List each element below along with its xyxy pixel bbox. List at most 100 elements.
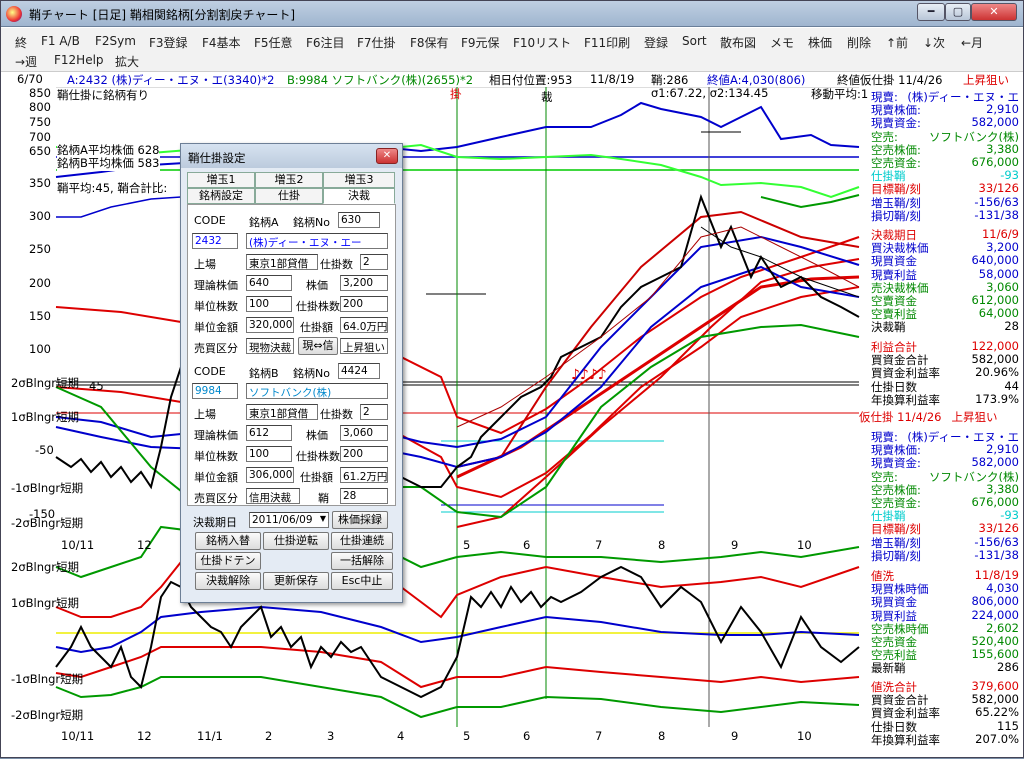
tab-add2[interactable]: 増玉2 (255, 172, 323, 188)
count-b-field[interactable]: 2 (360, 404, 388, 420)
settlement-panel: CODE 銘柄A 銘柄No 630 2432 (株)ディー・エヌ・エー 上場 東… (187, 204, 396, 506)
panel-row-section1: 空売: ソフトバンク(株) (871, 128, 1021, 145)
panel-value: 20.96% (975, 365, 1019, 380)
panel-row-section6: 年換算利益率 207.0% (871, 731, 1021, 747)
panel-row-section2: 現買資金 640,000 (871, 253, 1021, 268)
swap-stocks-button[interactable]: 銘柄入替 (195, 532, 261, 550)
name-b-field[interactable]: ソフトバンク(株) (246, 383, 388, 399)
menu-item-delete[interactable]: 削除 (847, 34, 871, 51)
total-a-field: 64.0万円 (340, 317, 388, 333)
info-bar: 6/70 A:2432 (株)ディー・エヌ・エ(3340)*2 B:9984 ソ… (1, 72, 1023, 87)
price-b-label: 株価 (306, 429, 328, 442)
panel-row-section4: 空売: ソフトバンク(株) (871, 468, 1021, 485)
price-b-field[interactable]: 3,060 (340, 425, 388, 441)
stock-a-label: 銘柄A (249, 216, 279, 229)
chart-area[interactable]: 鞘仕掛に銘柄有り 銘柄A平均株価 628 銘柄B平均株価 583 鞘平均:45,… (1, 86, 1023, 759)
menu-item-hold[interactable]: F8保有 (410, 34, 449, 51)
unit-b-field[interactable]: 100 (246, 446, 292, 462)
menu-item-zoom[interactable]: 拡大 (115, 53, 139, 70)
menu-item-custom[interactable]: F5任意 (254, 34, 293, 51)
menu-item-register[interactable]: F3登録 (149, 34, 188, 51)
menu-item-watch[interactable]: F6注目 (306, 34, 345, 51)
side-a-field[interactable]: 現物決裁 (246, 338, 294, 354)
menu-item-month[interactable]: ←月 (961, 34, 983, 51)
continue-entry-button[interactable]: 仕掛連続 (331, 532, 393, 550)
menu-item-orig-hold[interactable]: F9元保 (461, 34, 500, 51)
reverse-entry-button[interactable]: 仕掛逆転 (263, 532, 329, 550)
count-a-field[interactable]: 2 (360, 254, 388, 270)
panel-value: -156/63 (974, 534, 1019, 549)
settle-date-value: 2011/06/09 (252, 514, 313, 526)
tab-entry[interactable]: 仕掛 (255, 188, 323, 204)
panel-row-section1: 目標鞘/刻 33/126 (871, 181, 1021, 196)
code-a-field[interactable]: 2432 (192, 233, 238, 249)
minimize-button[interactable]: ━ (917, 3, 945, 21)
menu-item-scatter[interactable]: 散布図 (720, 34, 756, 51)
menu-item-help[interactable]: F12Help (54, 53, 104, 67)
price-a-field[interactable]: 3,200 (340, 275, 388, 291)
menu-item-week[interactable]: →週 (15, 53, 37, 70)
theory-b-field[interactable]: 612 (246, 425, 292, 441)
ytick: -50 (35, 443, 54, 457)
aim-field[interactable]: 上昇狙い (340, 338, 388, 354)
menu-item-sort[interactable]: Sort (682, 34, 707, 48)
adopt-price-button[interactable]: 株価採録 (332, 511, 388, 529)
panel-row-section1: 現賣資金: 582,000 (871, 115, 1021, 130)
panel-label: 決裁鞘 (871, 320, 906, 335)
close-button[interactable]: ✕ (971, 3, 1017, 21)
dialog-close-button[interactable]: ✕ (376, 148, 398, 164)
shares-a-field[interactable]: 200 (340, 296, 388, 312)
menu-item-price[interactable]: 株価 (808, 34, 832, 51)
settle-date-label: 決裁期日 (193, 516, 237, 529)
stock-no-a-field[interactable]: 630 (338, 212, 380, 228)
direction-toggle-button[interactable]: 現⇔信 (298, 337, 338, 355)
menu-item-exit[interactable]: 終 (15, 34, 27, 51)
settle-date-select[interactable]: 2011/06/09 ▼ (249, 512, 329, 528)
menu-item-list[interactable]: F10リスト (513, 34, 571, 51)
date-position: 相日付位置:953 (489, 73, 573, 87)
maximize-button[interactable]: ▢ (945, 3, 971, 21)
panel-row-section4: 空売株価: 3,380 (871, 481, 1021, 497)
stock-no-b-field[interactable]: 4424 (338, 363, 380, 379)
panel-row-section2: 決裁期日 11/6/9 (871, 227, 1021, 242)
flip-entry-button[interactable]: 仕掛ドテン (195, 552, 261, 570)
panel-row-section1: 仕掛鞘 -93 (871, 168, 1021, 183)
side-b-field[interactable]: 信用決裁 (246, 488, 300, 504)
band-label-low-1s: 1σBlngr短期 (11, 596, 80, 610)
xtick: 10/11 (61, 729, 95, 743)
panel-value: 806,000 (971, 594, 1019, 609)
total-b-label: 仕掛額 (300, 471, 333, 484)
panel-row-section5: 値洗 11/8/19 (871, 568, 1021, 583)
menu-item-next[interactable]: ↓次 (923, 34, 945, 51)
unit-a-field[interactable]: 100 (246, 296, 292, 312)
tab-stock-settings[interactable]: 銘柄設定 (187, 188, 255, 204)
escape-cancel-button[interactable]: Esc中止 (331, 572, 393, 590)
ytick-45: 45 (89, 379, 104, 393)
name-a-field[interactable]: (株)ディー・エヌ・エー (246, 233, 388, 249)
shares-a-label: 仕掛株数 (296, 300, 340, 313)
menu-item-ab[interactable]: F1 A/B (41, 34, 80, 48)
record-count: 6/70 (17, 72, 43, 86)
panel-value: 676,000 (971, 495, 1019, 509)
menu-item-entry-reg[interactable]: 登録 (644, 34, 668, 51)
ytick: 800 (29, 100, 51, 114)
cancel-settlement-button[interactable]: 決裁解除 (195, 572, 261, 590)
menu-item-entry[interactable]: F7仕掛 (357, 34, 396, 51)
menu-item-basic[interactable]: F4基本 (202, 34, 241, 51)
theory-a-field[interactable]: 640 (246, 275, 292, 291)
panel-row-section3: 買資金利益率 20.96% (871, 365, 1021, 380)
menu-item-memo[interactable]: メモ (770, 34, 794, 51)
update-save-button[interactable]: 更新保存 (263, 572, 329, 590)
menu-item-prev[interactable]: ↑前 (886, 34, 908, 51)
shares-b-field[interactable]: 200 (340, 446, 388, 462)
xtick: 6 (523, 729, 531, 743)
tab-settlement[interactable]: 決裁 (323, 188, 395, 204)
panel-row-section5: 現買利益 224,000 (871, 607, 1021, 623)
menu-item-print[interactable]: F11印刷 (584, 34, 630, 51)
menu-item-sym[interactable]: F2Sym (95, 34, 136, 48)
panel-value: 11/8/19 (974, 568, 1019, 582)
tab-add1[interactable]: 増玉1 (187, 172, 255, 188)
code-b-field[interactable]: 9984 (192, 383, 238, 399)
tab-add3[interactable]: 増玉3 (323, 172, 395, 188)
bulk-cancel-button[interactable]: 一括解除 (331, 552, 393, 570)
